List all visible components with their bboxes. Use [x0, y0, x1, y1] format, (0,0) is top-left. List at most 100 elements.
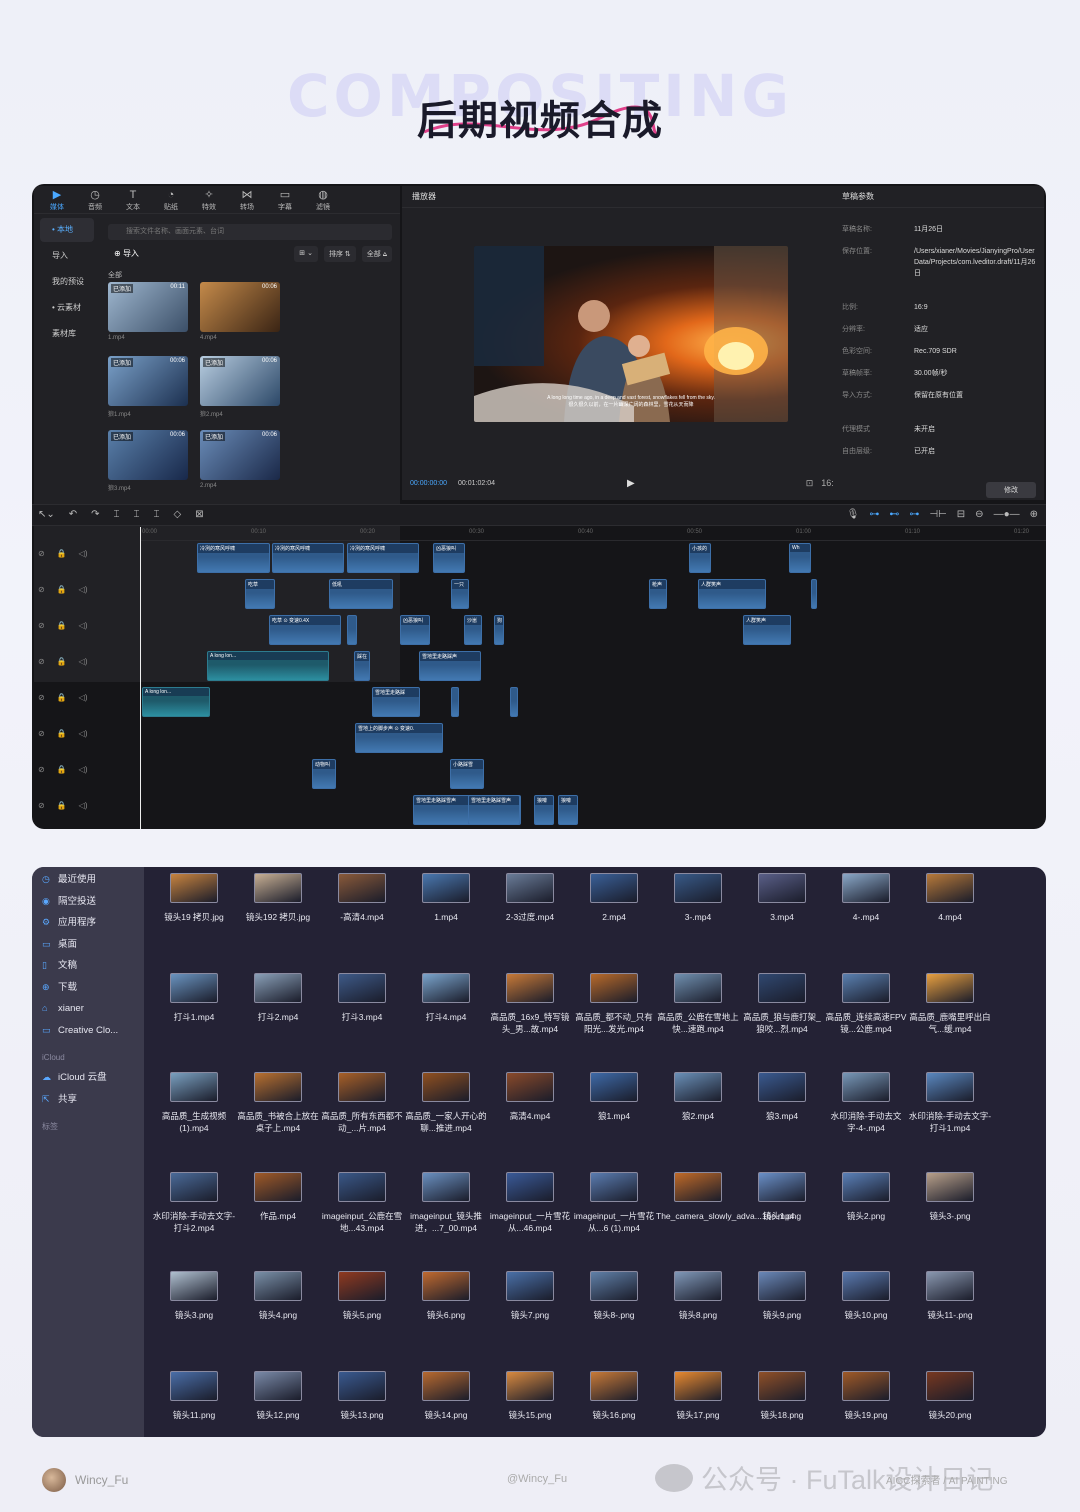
file-item[interactable]: 镜头3.png [152, 1271, 236, 1321]
file-item[interactable]: 高品质_16x9_特写镜头_男...故.mp4 [488, 972, 572, 1035]
delete-right-icon[interactable]: ⌶ [154, 509, 160, 520]
timeline-clip[interactable]: 凶恶狼叫 [433, 543, 465, 573]
finder-sidebar-item[interactable]: ▭ 桌面 [32, 934, 144, 956]
track-lock-icon[interactable]: 🔒 [57, 549, 67, 558]
media-thumbnail[interactable]: 已添加 00:06 [200, 356, 280, 406]
media-sidebar-item[interactable]: 导入 [40, 244, 94, 268]
file-thumbnail[interactable] [338, 1370, 386, 1401]
timeline-clip[interactable]: 狗 [494, 615, 504, 645]
file-item[interactable]: 镜头13.png [320, 1370, 404, 1421]
file-item[interactable]: 4.mp4 [908, 873, 992, 923]
finder-sidebar-item[interactable]: ⌂ xianer [32, 998, 144, 1020]
finder-sidebar-item[interactable]: ☁ iCloud 云盘 [32, 1067, 144, 1089]
delete-left-icon[interactable]: ⌶ [134, 509, 140, 520]
import-button[interactable]: ⊕ 导入 [108, 249, 139, 258]
zoom-out-icon[interactable]: ⊖ [975, 509, 983, 520]
file-thumbnail[interactable] [590, 972, 638, 1003]
media-sidebar-item[interactable]: • 云素材 [40, 296, 94, 320]
file-item[interactable]: 狼3.mp4 [740, 1072, 824, 1122]
preview-axis-icon[interactable]: ⊟ [957, 509, 965, 520]
file-item[interactable]: 镜头12.png [236, 1370, 320, 1421]
file-item[interactable]: -高清4.mp4 [320, 873, 404, 923]
timeline-clip[interactable]: 吃草 [245, 579, 275, 609]
file-thumbnail[interactable] [506, 1271, 554, 1301]
file-thumbnail[interactable] [590, 1271, 638, 1301]
file-item[interactable]: imageinput_镜头推进，...7_00.mp4 [404, 1171, 488, 1234]
video-preview[interactable]: A long long time ago, in a deep and vast… [474, 246, 788, 422]
file-item[interactable]: 高品质_公鹿在雪地上快...速跑.mp4 [656, 972, 740, 1035]
tab-transition[interactable]: ⋈ 转场 [228, 186, 266, 213]
file-item[interactable]: 打斗2.mp4 [236, 972, 320, 1023]
tab-audio[interactable]: ◷ 音频 [76, 186, 114, 213]
file-item[interactable]: 高品质_鹿嘴里呼出白气...缓.mp4 [908, 972, 992, 1035]
tab-effects[interactable]: ✧ 特效 [190, 186, 228, 213]
file-thumbnail[interactable] [422, 1171, 470, 1202]
timeline-clip[interactable]: 低吼 [329, 579, 393, 609]
file-item[interactable]: 3.mp4 [740, 873, 824, 923]
file-thumbnail[interactable] [674, 873, 722, 903]
file-item[interactable]: 镜头3-.png [908, 1171, 992, 1222]
track-lock-icon[interactable]: 🔒 [57, 657, 67, 666]
file-item[interactable]: 镜头19 拷贝.jpg [152, 873, 236, 923]
crop-icon[interactable]: ⊡ [806, 478, 814, 489]
file-thumbnail[interactable] [254, 972, 302, 1003]
file-thumbnail[interactable] [758, 873, 806, 903]
timeline-clip[interactable]: 小孩的 [689, 543, 711, 573]
track-lock-icon[interactable]: 🔒 [57, 801, 67, 810]
file-item[interactable]: 镜头11.png [152, 1370, 236, 1421]
finder-sidebar-item[interactable]: ▭ Creative Clo... [32, 1020, 144, 1042]
file-thumbnail[interactable] [926, 972, 974, 1003]
media-item[interactable]: 已添加 00:06 狼3.mp4 [108, 430, 188, 492]
timeline-clip[interactable]: 雪地上的脚步声 ⊙ 变速0. [355, 723, 443, 753]
timeline-clip[interactable]: 小路踩雪 [450, 759, 484, 789]
file-thumbnail[interactable] [254, 1072, 302, 1102]
undo-icon[interactable]: ↶ [69, 509, 77, 520]
timeline-clip[interactable]: A long lon... [142, 687, 210, 717]
split-icon[interactable]: ⌶ [114, 509, 120, 520]
file-item[interactable]: 4-.mp4 [824, 873, 908, 923]
file-item[interactable]: 水印消除-手动去文字-打斗2.mp4 [152, 1171, 236, 1234]
file-thumbnail[interactable] [674, 1171, 722, 1202]
file-item[interactable]: 狼1.mp4 [572, 1072, 656, 1122]
media-sidebar-item[interactable]: 我的预设 [40, 270, 94, 294]
marker-icon[interactable]: ◇ [174, 509, 182, 520]
file-thumbnail[interactable] [422, 873, 470, 903]
track-mute-icon[interactable]: ◁) [79, 621, 88, 630]
tab-filter[interactable]: ◍ 滤镜 [304, 186, 342, 213]
sort-button[interactable]: 排序 ⇅ [323, 246, 356, 262]
file-thumbnail[interactable] [338, 972, 386, 1003]
track-visibility-icon[interactable]: ⊘ [38, 765, 45, 774]
file-thumbnail[interactable] [758, 1171, 806, 1202]
timeline-clip[interactable]: 凶恶狼叫 [400, 615, 430, 645]
track-visibility-icon[interactable]: ⊘ [38, 801, 45, 810]
file-item[interactable]: 作品.mp4 [236, 1171, 320, 1222]
zoom-fit-icon[interactable]: ⊕ [1030, 509, 1038, 520]
file-item[interactable]: 镜头18.png [740, 1370, 824, 1421]
file-thumbnail[interactable] [590, 873, 638, 903]
file-item[interactable]: 镜头2.png [824, 1171, 908, 1222]
file-item[interactable]: 高品质_所有东西都不动_...片.mp4 [320, 1072, 404, 1134]
file-item[interactable]: 镜头17.png [656, 1370, 740, 1421]
file-thumbnail[interactable] [506, 1370, 554, 1401]
finder-sidebar-item[interactable]: ⇱ 共享 [32, 1089, 144, 1111]
file-thumbnail[interactable] [422, 1072, 470, 1102]
media-item[interactable]: 已添加 00:06 2.mp4 [200, 430, 280, 489]
file-thumbnail[interactable] [254, 1370, 302, 1401]
timeline-clip[interactable]: 雪地里走路踩声 [419, 651, 481, 681]
file-thumbnail[interactable] [842, 1072, 890, 1102]
file-thumbnail[interactable] [506, 1171, 554, 1202]
sort-button[interactable]: ⊞ ⌄ [294, 246, 318, 262]
file-item[interactable]: The_camera_slowly_adva...16c.mp4 [656, 1171, 794, 1222]
file-thumbnail[interactable] [506, 1072, 554, 1102]
timeline-clip[interactable] [451, 687, 459, 717]
file-item[interactable]: 高清4.mp4 [488, 1072, 572, 1122]
track-visibility-icon[interactable]: ⊘ [38, 729, 45, 738]
file-thumbnail[interactable] [926, 1171, 974, 1202]
file-thumbnail[interactable] [674, 1072, 722, 1102]
timeline-clip[interactable]: Wh [789, 543, 811, 573]
file-thumbnail[interactable] [758, 972, 806, 1003]
finder-sidebar-item[interactable]: ◉ 隔空投送 [32, 891, 144, 913]
media-thumbnail[interactable]: 已添加 00:06 [108, 430, 188, 480]
timeline-clip[interactable]: 枪声 [649, 579, 667, 609]
file-thumbnail[interactable] [422, 1370, 470, 1401]
